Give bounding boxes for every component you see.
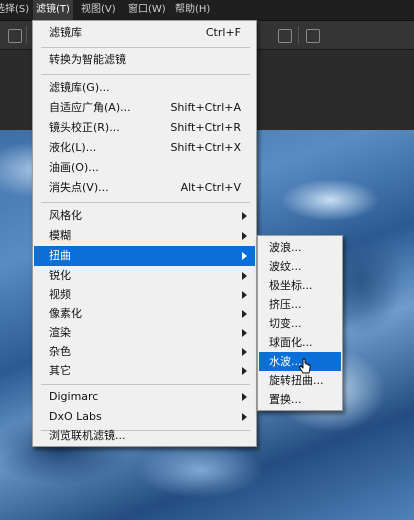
menu-item-lens-correction[interactable]: 镜头校正(R)... Shift+Ctrl+R — [34, 118, 255, 138]
menu-item-other[interactable]: 其它 — [34, 361, 255, 381]
menu-item-filter-gallery[interactable]: 滤镜库(G)... — [34, 78, 255, 98]
menu-item-label: 滤镜库(G)... — [49, 81, 110, 94]
menu-bar: 选择(S) 滤镜(T) 视图(V) 窗口(W) 帮助(H) — [0, 0, 414, 21]
submenu-item-shear[interactable]: 切变... — [259, 314, 341, 333]
submenu-item-label: 波浪... — [269, 241, 302, 254]
menubar-item-help[interactable]: 帮助(H) — [172, 0, 213, 20]
submenu-item-pinch[interactable]: 挤压... — [259, 295, 341, 314]
menu-item-label: 镜头校正(R)... — [49, 121, 120, 134]
menu-item-label: 视频 — [49, 288, 71, 301]
menu-separator — [41, 384, 250, 385]
menu-item-browse-online-filters[interactable]: 浏览联机滤镜... — [34, 426, 255, 446]
menu-item-label: 转换为智能滤镜 — [49, 53, 126, 66]
menu-separator — [41, 202, 250, 203]
menubar-item-window[interactable]: 窗口(W) — [125, 0, 169, 20]
menu-item-label: 消失点(V)... — [49, 181, 109, 194]
menu-item-video[interactable]: 视频 — [34, 285, 255, 305]
menu-item-label: 风格化 — [49, 209, 82, 222]
submenu-arrow-icon — [242, 291, 247, 299]
menu-item-vanishing-point[interactable]: 消失点(V)... Alt+Ctrl+V — [34, 178, 255, 198]
submenu-arrow-icon — [242, 310, 247, 318]
submenu-item-label: 置换... — [269, 393, 302, 406]
submenu-item-label: 切变... — [269, 317, 302, 330]
menu-item-label: 杂色 — [49, 345, 71, 358]
menu-item-label: 锐化 — [49, 269, 71, 282]
submenu-arrow-icon — [242, 393, 247, 401]
distribute-option-icon[interactable] — [306, 29, 320, 43]
submenu-item-label: 挤压... — [269, 298, 302, 311]
menu-item-stylize[interactable]: 风格化 — [34, 206, 255, 226]
menu-item-label: 油画(O)... — [49, 161, 99, 174]
menu-item-adaptive-wide-angle[interactable]: 自适应广角(A)... Shift+Ctrl+A — [34, 98, 255, 118]
menu-item-noise[interactable]: 杂色 — [34, 342, 255, 362]
options-separator — [26, 26, 27, 44]
submenu-arrow-icon — [242, 348, 247, 356]
menu-item-pixelate[interactable]: 像素化 — [34, 304, 255, 324]
filter-menu: 滤镜库 Ctrl+F 转换为智能滤镜 滤镜库(G)... 自适应广角(A)...… — [32, 20, 257, 447]
submenu-arrow-icon — [242, 367, 247, 375]
menu-item-sharpen[interactable]: 锐化 — [34, 266, 255, 286]
menu-separator — [41, 74, 250, 75]
tool-option-icon[interactable] — [8, 29, 22, 43]
submenu-arrow-icon — [242, 413, 247, 421]
options-separator — [298, 26, 299, 44]
menubar-item-view[interactable]: 视图(V) — [78, 0, 119, 20]
menu-item-label: Digimarc — [49, 390, 99, 403]
submenu-item-displace[interactable]: 置换... — [259, 390, 341, 409]
menubar-item-select[interactable]: 选择(S) — [0, 0, 32, 20]
menu-item-blur[interactable]: 模糊 — [34, 226, 255, 246]
tools-panel — [0, 50, 30, 130]
menu-item-shortcut: Shift+Ctrl+X — [170, 141, 241, 154]
menu-item-label: 其它 — [49, 364, 71, 377]
menu-item-render[interactable]: 渲染 — [34, 323, 255, 343]
submenu-item-label: 水波... — [269, 355, 302, 368]
menu-item-shortcut: Ctrl+F — [205, 26, 241, 39]
menu-item-shortcut: Shift+Ctrl+A — [170, 101, 241, 114]
menu-item-label: 扭曲 — [49, 249, 71, 262]
menu-item-oil-paint[interactable]: 油画(O)... — [34, 158, 255, 178]
submenu-item-label: 波纹... — [269, 260, 302, 273]
menu-item-filter-gallery-last[interactable]: 滤镜库 Ctrl+F — [34, 23, 255, 43]
submenu-arrow-icon — [242, 212, 247, 220]
menu-item-label: DxO Labs — [49, 410, 102, 423]
submenu-item-label: 旋转扭曲... — [269, 374, 324, 387]
menu-item-convert-smart-filters[interactable]: 转换为智能滤镜 — [34, 50, 255, 70]
menu-item-distort[interactable]: 扭曲 — [34, 246, 255, 266]
submenu-arrow-icon — [242, 329, 247, 337]
menu-item-label: 像素化 — [49, 307, 82, 320]
submenu-item-polar-coordinates[interactable]: 极坐标... — [259, 276, 341, 295]
menu-item-digimarc[interactable]: Digimarc — [34, 387, 255, 407]
menu-item-label: 渲染 — [49, 326, 71, 339]
menu-item-label: 液化(L)... — [49, 141, 97, 154]
submenu-arrow-icon — [242, 232, 247, 240]
submenu-arrow-icon — [242, 252, 247, 260]
menu-item-dxo-labs[interactable]: DxO Labs — [34, 407, 255, 427]
menubar-item-filter[interactable]: 滤镜(T) — [33, 0, 73, 20]
menu-separator — [41, 47, 250, 48]
submenu-arrow-icon — [242, 272, 247, 280]
menu-item-label: 浏览联机滤镜... — [49, 429, 126, 442]
hand-cursor-icon — [299, 358, 311, 374]
submenu-item-ripple[interactable]: 波纹... — [259, 257, 341, 276]
align-option-icon[interactable] — [278, 29, 292, 43]
menu-item-shortcut: Alt+Ctrl+V — [180, 181, 241, 194]
submenu-item-label: 极坐标... — [269, 279, 313, 292]
menu-item-liquify[interactable]: 液化(L)... Shift+Ctrl+X — [34, 138, 255, 158]
menu-item-shortcut: Shift+Ctrl+R — [170, 121, 241, 134]
distort-submenu: 波浪... 波纹... 极坐标... 挤压... 切变... 球面化... 水波… — [257, 235, 343, 411]
submenu-item-label: 球面化... — [269, 336, 313, 349]
submenu-item-wave[interactable]: 波浪... — [259, 238, 341, 257]
menu-item-label: 自适应广角(A)... — [49, 101, 131, 114]
submenu-item-spherize[interactable]: 球面化... — [259, 333, 341, 352]
menu-item-label: 滤镜库 — [49, 26, 82, 39]
menu-item-label: 模糊 — [49, 229, 71, 242]
